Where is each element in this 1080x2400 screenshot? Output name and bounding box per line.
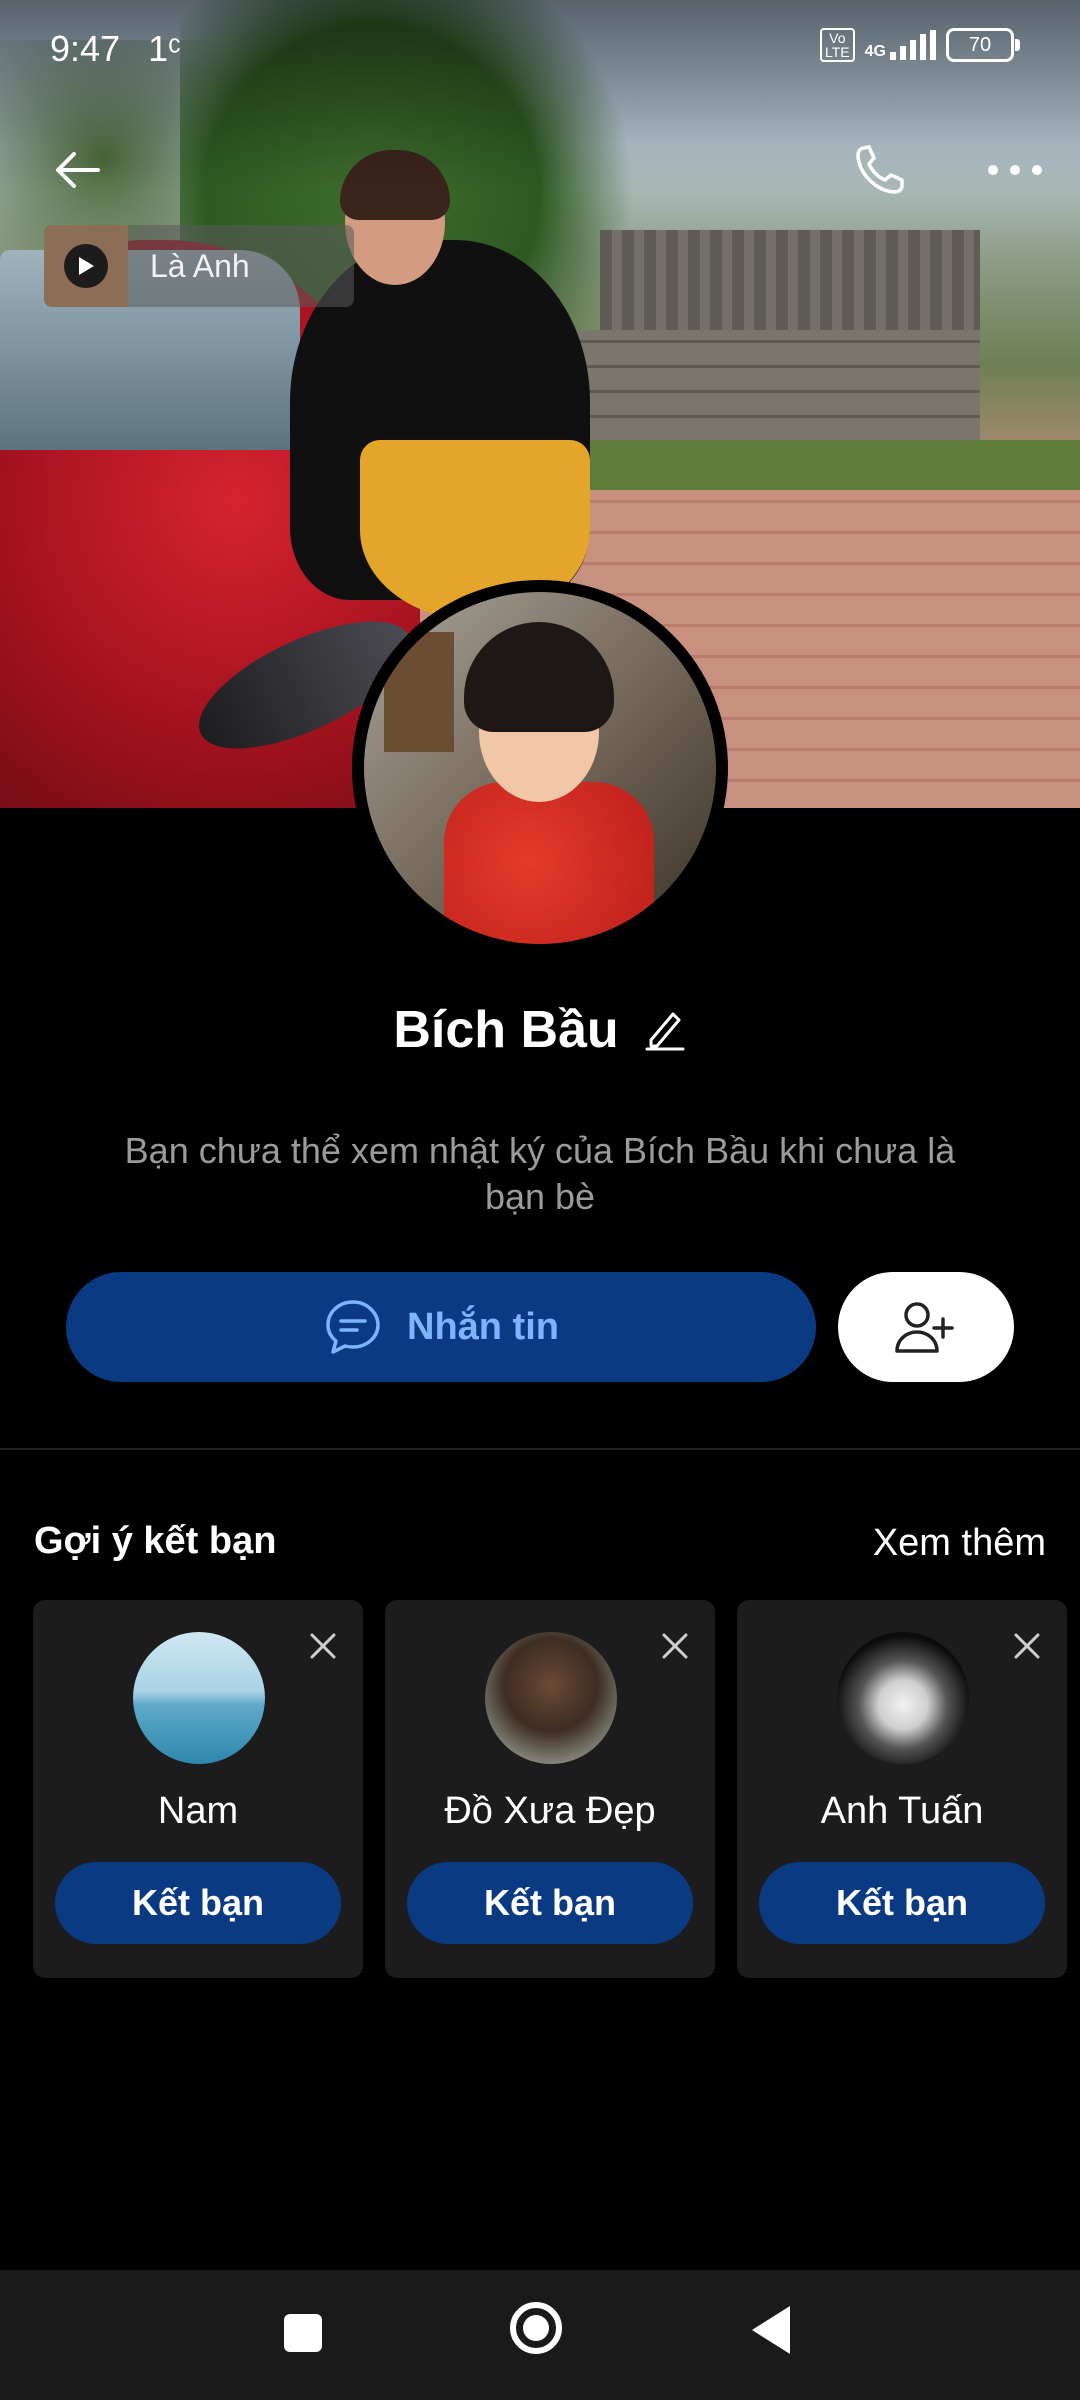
dismiss-suggestion-button[interactable]	[1005, 1624, 1049, 1668]
music-title: Là Anh	[150, 247, 250, 284]
cover-brick-wall	[560, 330, 980, 440]
message-button[interactable]: Nhắn tin	[66, 1272, 816, 1382]
arrow-left-icon	[56, 152, 100, 188]
status-notification: 1ᶜ	[148, 28, 181, 69]
profile-name: Bích Bầu	[393, 1001, 619, 1059]
status-clock: 9:47	[50, 28, 121, 69]
volte-bottom: LTE	[825, 44, 850, 60]
suggestion-avatar[interactable]	[837, 1632, 969, 1764]
profile-avatar[interactable]	[352, 580, 728, 956]
chat-bubble-icon	[326, 1300, 380, 1354]
avatar-bg-window	[384, 632, 454, 752]
message-button-label: Nhắn tin	[407, 1305, 559, 1348]
avatar-kid-body	[444, 782, 654, 944]
ellipsis-icon	[988, 165, 1042, 175]
close-icon	[1014, 1633, 1040, 1659]
pencil-icon	[645, 1012, 685, 1051]
network-group: 4G	[865, 30, 936, 60]
suggestion-avatar[interactable]	[133, 1632, 265, 1764]
profile-music-pill[interactable]: Là Anh	[44, 225, 354, 307]
avatar-photo	[364, 592, 716, 944]
privacy-notice: Bạn chưa thể xem nhật ký của Bích Bầu kh…	[124, 1130, 956, 1217]
system-back-button[interactable]	[752, 2306, 790, 2354]
add-friend-button[interactable]	[838, 1272, 1014, 1382]
battery-icon: 70	[945, 28, 1020, 62]
close-icon	[310, 1633, 336, 1659]
suggestion-name[interactable]: Nam	[33, 1790, 363, 1833]
volte-top: Vo	[829, 30, 846, 46]
recent-apps-button[interactable]	[284, 2314, 322, 2352]
home-icon	[523, 2315, 549, 2341]
status-icons: Vo LTE 4G 70	[820, 28, 1020, 62]
see-more-link[interactable]: Xem thêm	[820, 1522, 1046, 1565]
user-plus-icon	[895, 1302, 954, 1353]
home-button[interactable]	[510, 2302, 562, 2354]
suggestion-name[interactable]: Đồ Xưa Đẹp	[385, 1790, 715, 1833]
dismiss-suggestion-button[interactable]	[301, 1624, 345, 1668]
suggestion-card[interactable]: Anh Tuấn Kết bạn	[737, 1600, 1067, 1978]
signal-icon	[889, 30, 936, 60]
volte-icon: Vo LTE	[820, 28, 855, 62]
add-friend-suggestion-button[interactable]: Kết bạn	[55, 1862, 341, 1944]
battery-level: 70	[968, 34, 992, 56]
network-type: 4G	[864, 43, 886, 60]
suggestion-name[interactable]: Anh Tuấn	[737, 1790, 1067, 1833]
dismiss-suggestion-button[interactable]	[653, 1624, 697, 1668]
status-time: 9:47 1ᶜ	[50, 28, 181, 70]
suggestion-avatar[interactable]	[485, 1632, 617, 1764]
add-friend-suggestion-button[interactable]: Kết bạn	[407, 1862, 693, 1944]
avatar-kid-hair	[464, 622, 614, 732]
play-icon	[64, 244, 108, 288]
back-button[interactable]	[38, 130, 118, 210]
more-options-button[interactable]	[975, 130, 1055, 210]
add-friend-suggestion-button[interactable]: Kết bạn	[759, 1862, 1045, 1944]
close-icon	[662, 1633, 688, 1659]
suggestions-title: Gợi ý kết bạn	[34, 1520, 277, 1562]
cover-roof	[600, 230, 980, 340]
call-button[interactable]	[840, 130, 920, 210]
profile-name-row: Bích Bầu	[0, 1000, 1080, 1060]
music-thumbnail	[44, 225, 128, 307]
phone-icon	[856, 145, 904, 194]
suggestion-card[interactable]: Đồ Xưa Đẹp Kết bạn	[385, 1600, 715, 1978]
edit-name-button[interactable]	[643, 1008, 687, 1052]
section-divider	[0, 1448, 1080, 1450]
suggestion-card[interactable]: Nam Kết bạn	[33, 1600, 363, 1978]
